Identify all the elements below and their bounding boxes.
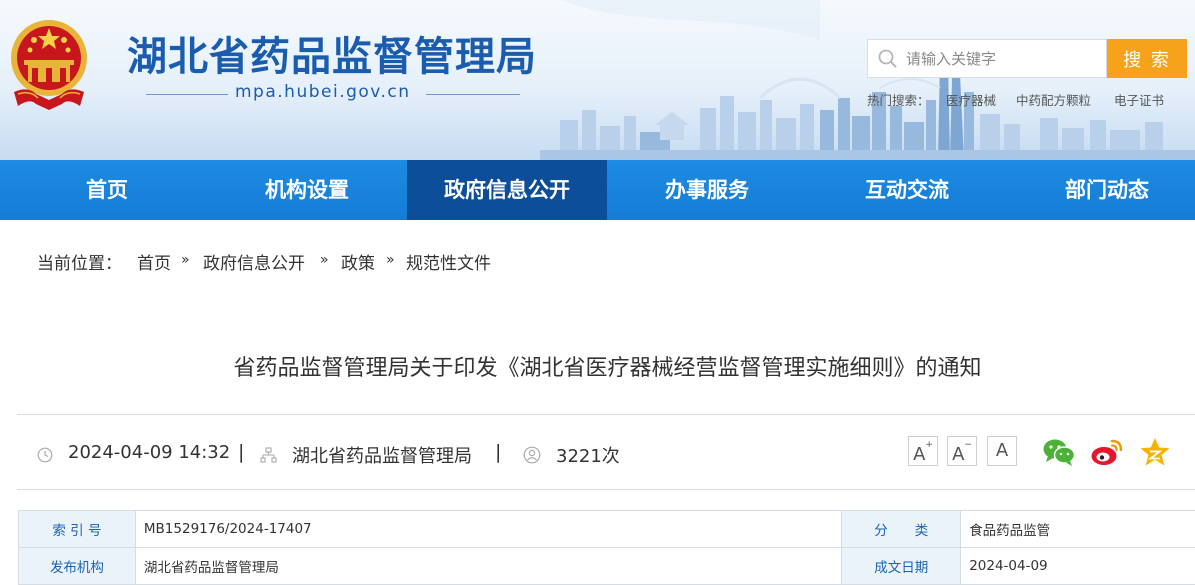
search-button[interactable]: 搜 索 <box>1107 39 1187 78</box>
nav-item-home[interactable]: 首页 <box>7 160 207 220</box>
qzone-icon[interactable] <box>1139 437 1171 467</box>
font-reset-button[interactable]: A <box>987 436 1017 466</box>
search-input[interactable] <box>906 40 1101 77</box>
article-source: 湖北省药品监督管理局 <box>292 442 472 468</box>
font-reset-label: A <box>996 440 1008 461</box>
plus-icon: + <box>925 440 933 450</box>
font-increase-button[interactable]: A+ <box>908 436 938 466</box>
article-title: 省药品监督管理局关于印发《湖北省医疗器械经营监督管理实施细则》的通知 <box>0 350 1195 382</box>
main-nav: 首页 机构设置 政府信息公开 办事服务 互动交流 部门动态 <box>0 160 1195 220</box>
breadcrumb-separator: » <box>320 252 329 268</box>
meta-divider: | <box>238 441 244 463</box>
hot-search-item-e-certificate[interactable]: 电子证书 <box>1114 90 1164 109</box>
table-row: 索 引 号 MB1529176/2024-17407 分 类 食品药品监管 <box>19 511 1195 548</box>
site-domain: mpa.hubei.gov.cn <box>235 82 411 102</box>
clock-icon <box>37 447 53 463</box>
breadcrumb-item-home[interactable]: 首页 <box>137 249 171 274</box>
written-date-value: 2024-04-09 <box>961 548 1195 585</box>
wechat-icon[interactable] <box>1042 437 1076 467</box>
search-box <box>867 39 1107 78</box>
breadcrumb-label: 当前位置： <box>37 249 122 274</box>
view-count: 3221次 <box>556 442 620 468</box>
hot-search-item-medical-devices[interactable]: 医疗器械 <box>946 90 996 109</box>
minus-icon: − <box>964 440 972 450</box>
publisher-value: 湖北省药品监督管理局 <box>135 548 841 585</box>
publish-date: 2024-04-09 14:32 <box>68 442 230 463</box>
breadcrumb-item-policy[interactable]: 政策 <box>341 249 375 274</box>
domain-divider-right <box>426 94 520 95</box>
category-label: 分 类 <box>842 511 961 548</box>
category-value: 食品药品监管 <box>961 511 1195 548</box>
nav-item-gov-info-disclosure[interactable]: 政府信息公开 <box>407 160 607 220</box>
hot-search-label: 热门搜索： <box>867 90 930 109</box>
font-decrease-label: A <box>952 444 964 465</box>
site-header: 湖北省药品监督管理局 mpa.hubei.gov.cn 搜 索 热门搜索： 医疗… <box>0 0 1195 160</box>
hot-search-item-tcm-granules[interactable]: 中药配方颗粒 <box>1016 90 1091 109</box>
domain-divider-left <box>146 94 228 95</box>
breadcrumb-separator: » <box>386 252 395 268</box>
publisher-label: 发布机构 <box>19 548 136 585</box>
nav-item-department-news[interactable]: 部门动态 <box>1007 160 1195 220</box>
index-number-value: MB1529176/2024-17407 <box>135 511 841 548</box>
search-icon <box>878 49 898 69</box>
meta-divider-line <box>17 489 1195 490</box>
title-divider <box>17 414 1195 415</box>
org-structure-icon <box>260 447 277 464</box>
font-decrease-button[interactable]: A− <box>947 436 977 466</box>
national-emblem-logo <box>8 14 90 114</box>
written-date-label: 成文日期 <box>842 548 961 585</box>
site-title: 湖北省药品监督管理局 <box>127 24 537 82</box>
index-number-label: 索 引 号 <box>19 511 136 548</box>
font-increase-label: A <box>913 444 925 465</box>
document-info-table: 索 引 号 MB1529176/2024-17407 分 类 食品药品监管 发布… <box>18 510 1195 585</box>
nav-item-organization[interactable]: 机构设置 <box>207 160 407 220</box>
breadcrumb-separator: » <box>181 252 190 268</box>
table-row: 发布机构 湖北省药品监督管理局 成文日期 2024-04-09 <box>19 548 1195 585</box>
meta-divider: | <box>495 441 501 463</box>
nav-item-services[interactable]: 办事服务 <box>607 160 807 220</box>
user-views-icon <box>523 446 541 464</box>
nav-item-interaction[interactable]: 互动交流 <box>807 160 1007 220</box>
weibo-icon[interactable] <box>1090 437 1124 467</box>
breadcrumb-item-normative-docs[interactable]: 规范性文件 <box>406 249 491 274</box>
breadcrumb-item-gov-info[interactable]: 政府信息公开 <box>203 249 305 274</box>
